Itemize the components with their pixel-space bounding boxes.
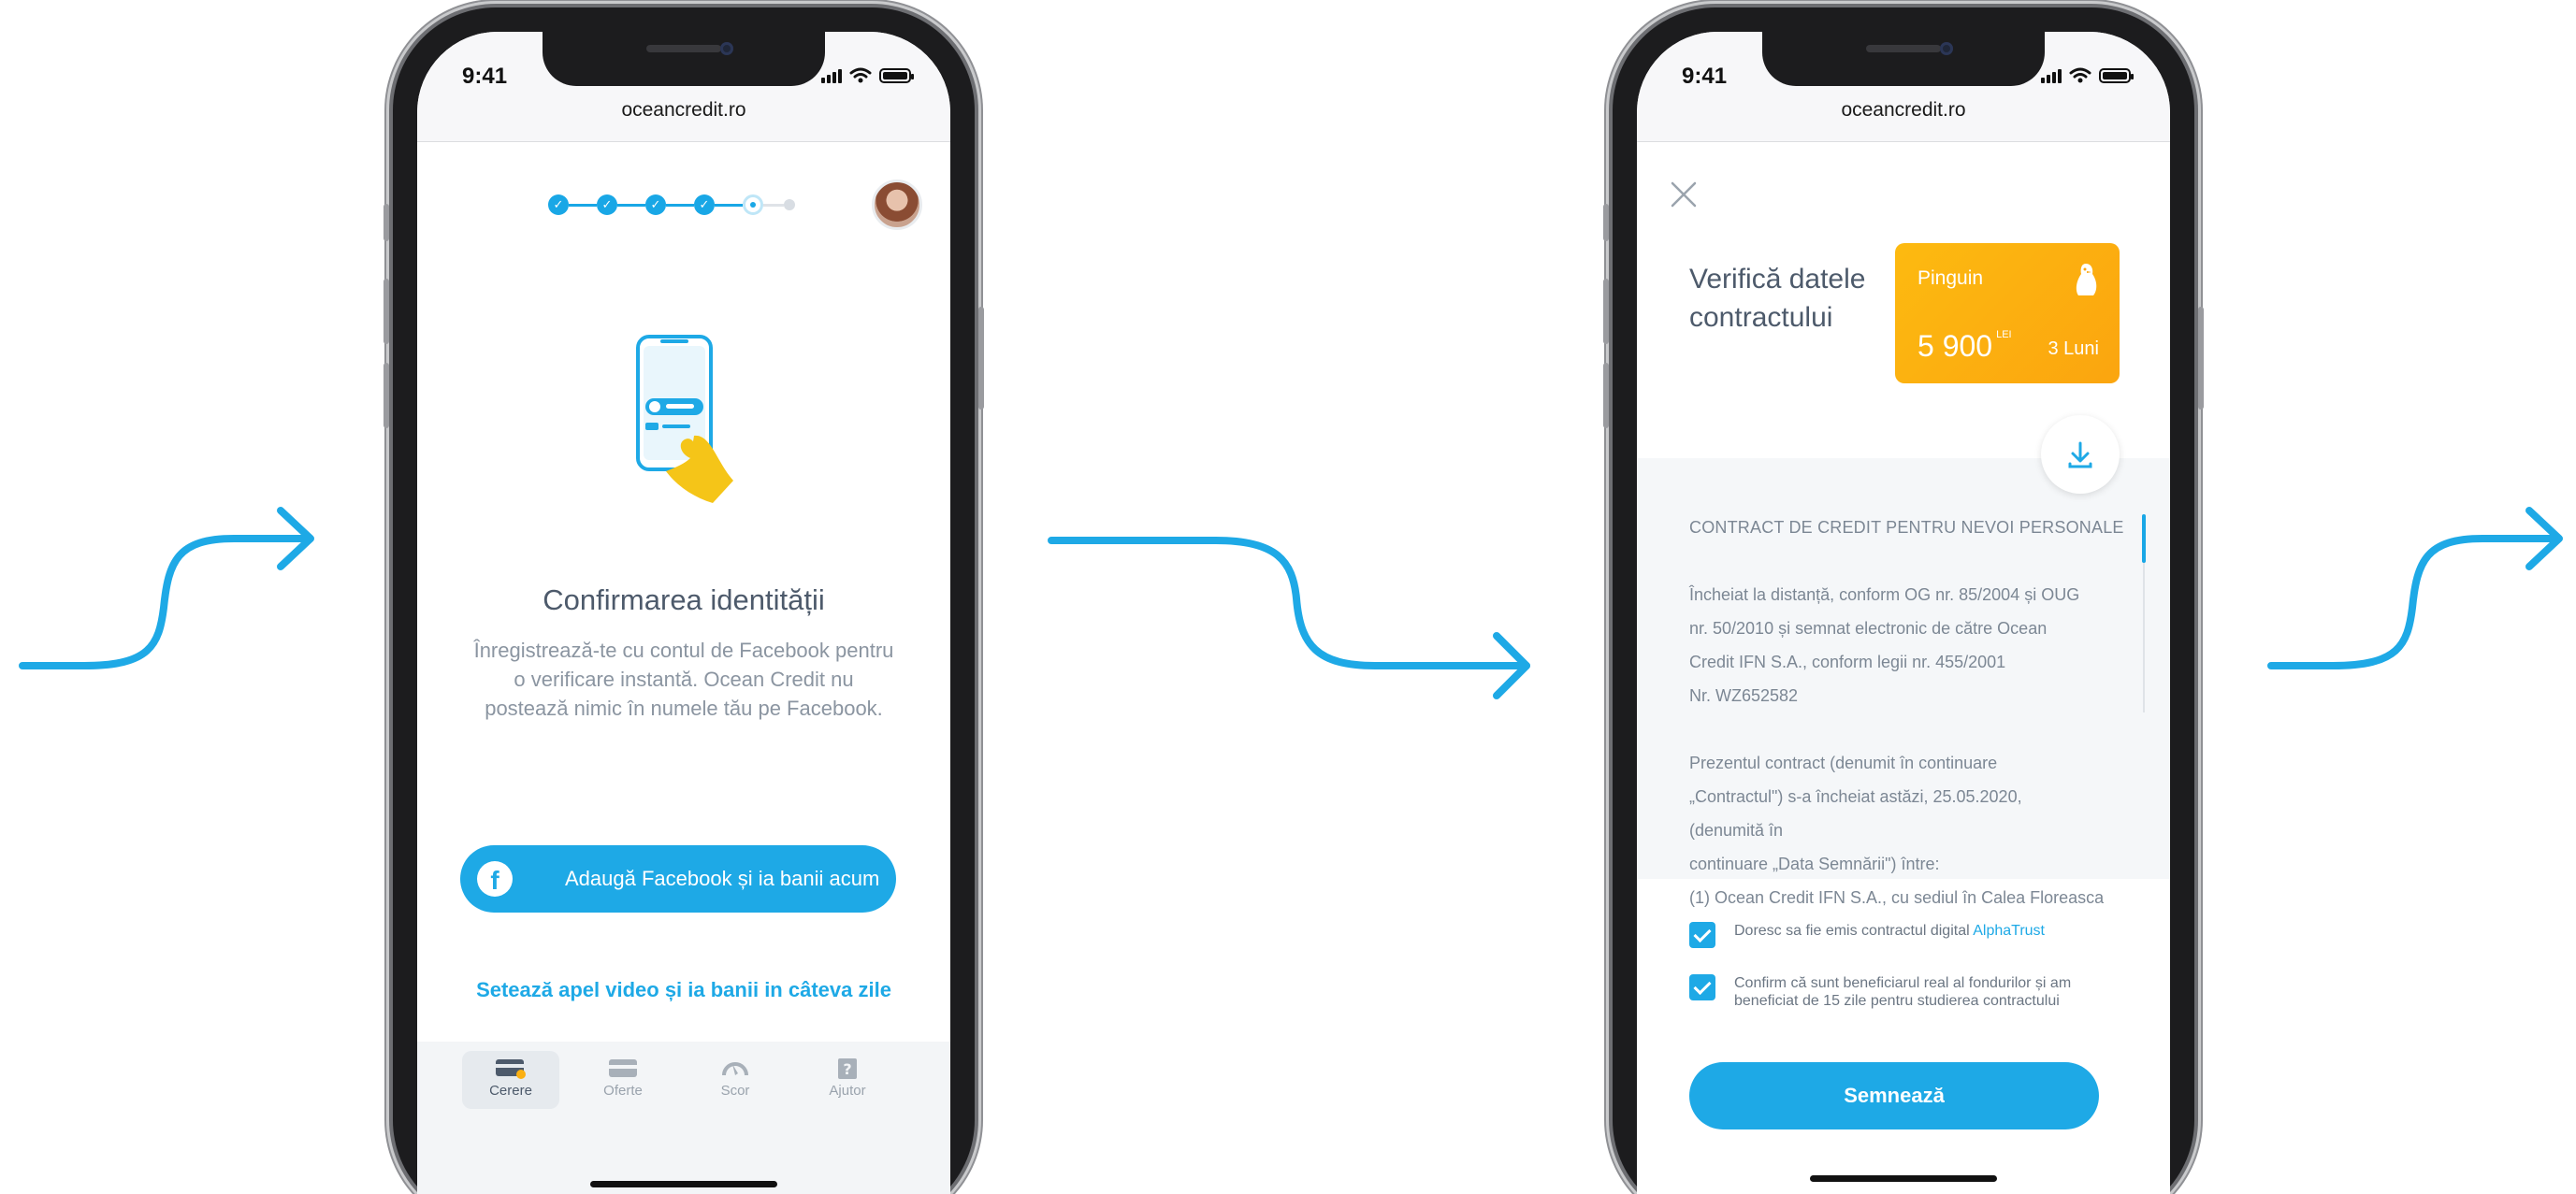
video-call-link[interactable]: Setează apel video și ia banii in câteva… <box>417 978 950 1002</box>
contract-text: CONTRACT DE CREDIT PENTRU NEVOI PERSONAL… <box>1689 511 2125 948</box>
status-icons <box>821 67 914 83</box>
close-icon[interactable] <box>1669 180 1699 209</box>
home-indicator[interactable] <box>590 1181 777 1187</box>
page-title: Confirmarea identității <box>543 583 825 616</box>
step-pending <box>784 199 795 210</box>
flow-arrow-3 <box>2267 507 2563 669</box>
tab-label: Cerere <box>489 1083 532 1099</box>
offer-card: Pinguin 5 900 LEI 3 Luni <box>1895 243 2120 383</box>
tab-oferte[interactable]: Oferte <box>574 1051 672 1109</box>
contract-paragraph-1: Încheiat la distanță, conform OG nr. 85/… <box>1689 585 2080 705</box>
download-icon <box>2068 441 2092 468</box>
checkbox-label: Doresc sa fie emis contractul digital Al… <box>1734 923 2045 939</box>
signal-icon <box>821 68 842 83</box>
page-title: Verifică datele contractului <box>1689 264 1866 333</box>
sign-button[interactable]: Semnează <box>1689 1062 2099 1129</box>
offers-card-icon <box>609 1059 637 1077</box>
tab-ajutor[interactable]: ? Ajutor <box>799 1051 896 1109</box>
contract-text-box[interactable]: CONTRACT DE CREDIT PENTRU NEVOI PERSONAL… <box>1637 458 2170 907</box>
penguin-icon <box>2076 264 2097 295</box>
tab-scor[interactable]: Scor <box>687 1051 784 1109</box>
home-indicator[interactable] <box>1810 1175 1997 1182</box>
phone-hand-illustration <box>636 335 733 503</box>
wifi-icon <box>849 67 872 83</box>
tab-label: Scor <box>720 1083 750 1099</box>
identity-screen: 9:41 oceancredit.ro ✓ ✓ ✓ ✓ Confirmarea … <box>417 32 950 1194</box>
flow-arrow-2 <box>1048 537 1530 699</box>
status-time: 9:41 <box>462 64 508 89</box>
step-done-icon: ✓ <box>694 194 715 215</box>
step-done-icon: ✓ <box>548 194 569 215</box>
request-card-icon <box>496 1059 526 1079</box>
status-icons <box>2041 67 2134 83</box>
signal-icon <box>2041 68 2062 83</box>
facebook-icon: f <box>477 861 513 897</box>
url-bar[interactable]: oceancredit.ro <box>1637 99 2170 122</box>
notch <box>1762 32 2045 86</box>
contract-screen: 9:41 oceancredit.ro Verifică datele cont… <box>1637 32 2170 1194</box>
wifi-icon <box>2069 67 2091 83</box>
checkbox-label: Confirm că sunt beneficiarul real al fon… <box>1734 975 2072 1009</box>
status-time: 9:41 <box>1682 64 1728 89</box>
score-gauge-icon <box>722 1062 748 1076</box>
alphatrust-checkbox[interactable] <box>1689 922 1715 948</box>
avatar[interactable] <box>872 180 922 230</box>
progress-stepper: ✓ ✓ ✓ ✓ <box>548 194 795 215</box>
phone-contract: 9:41 oceancredit.ro Verifică datele cont… <box>1603 7 2204 1194</box>
battery-icon <box>879 67 914 83</box>
scrollbar-track <box>2143 563 2145 712</box>
tab-cerere[interactable]: Cerere <box>462 1051 559 1109</box>
page-description: Înregistrează-te cu contul de Facebook p… <box>473 639 894 720</box>
contract-heading: CONTRACT DE CREDIT PENTRU NEVOI PERSONAL… <box>1689 518 2124 537</box>
url-bar[interactable]: oceancredit.ro <box>417 99 950 122</box>
contract-paragraph-2: Prezentul contract (denumit în continuar… <box>1689 754 2105 907</box>
offer-term: 3 Luni <box>2048 338 2100 359</box>
tab-label: Oferte <box>603 1083 643 1099</box>
offer-currency: LEI <box>1996 329 2012 340</box>
add-facebook-button[interactable]: f Adaugă Facebook și ia banii acum <box>460 845 896 913</box>
offer-amount: 5 900 LEI <box>1918 329 2012 363</box>
phone-identity: 9:41 oceancredit.ro ✓ ✓ ✓ ✓ Confirmarea … <box>384 7 984 1194</box>
download-button[interactable] <box>2041 415 2120 494</box>
step-done-icon: ✓ <box>597 194 617 215</box>
flow-arrow-1 <box>19 507 314 669</box>
battery-icon <box>2099 67 2134 83</box>
scrollbar-thumb[interactable] <box>2142 514 2146 563</box>
step-done-icon: ✓ <box>645 194 666 215</box>
checkbox-row-beneficiary: Confirm că sunt beneficiarul real al fon… <box>1689 974 2133 1010</box>
add-facebook-label: Adaugă Facebook și ia banii acum <box>565 867 880 890</box>
tab-label: Ajutor <box>829 1083 866 1099</box>
offer-name: Pinguin <box>1918 267 1984 289</box>
svg-text:?: ? <box>843 1060 851 1078</box>
notch <box>543 32 825 86</box>
alphatrust-link[interactable]: AlphaTrust <box>1973 923 2045 939</box>
checkbox-row-alphatrust: Doresc sa fie emis contractul digital Al… <box>1689 922 2133 948</box>
beneficiary-checkbox[interactable] <box>1689 974 1715 1000</box>
step-current <box>743 194 763 215</box>
bottom-tabbar: Cerere Oferte Scor ? Ajutor <box>417 1042 950 1194</box>
help-question-icon: ? <box>838 1058 857 1079</box>
